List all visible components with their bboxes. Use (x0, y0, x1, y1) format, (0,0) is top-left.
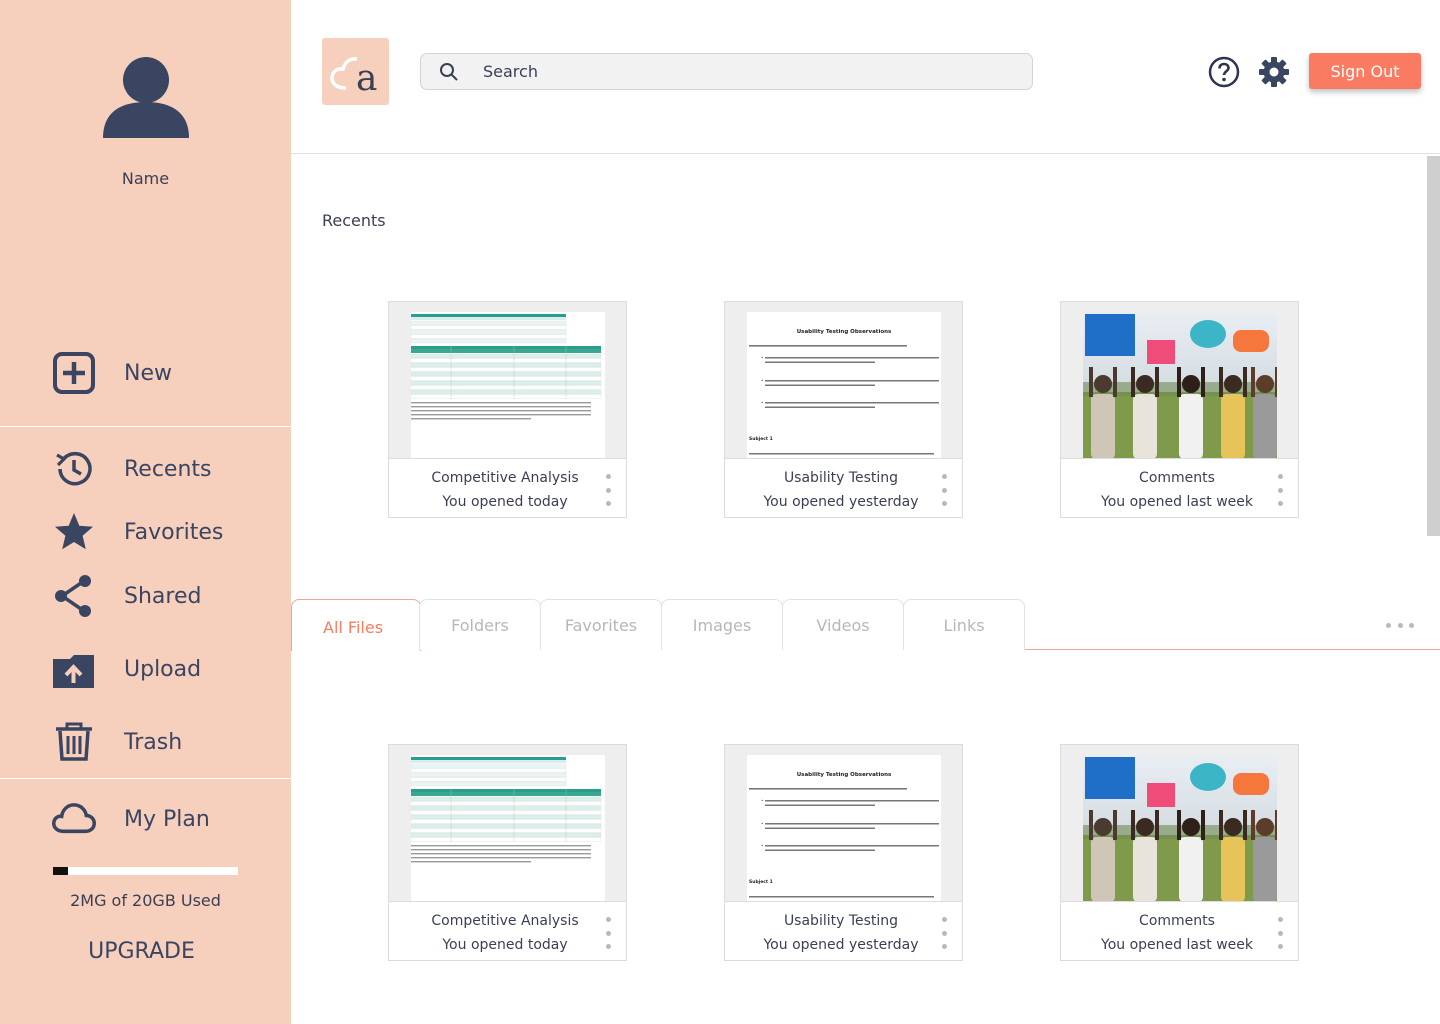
more-options-icon[interactable] (1275, 474, 1285, 506)
more-options-icon[interactable] (603, 917, 613, 949)
upgrade-button[interactable]: UPGRADE (0, 939, 283, 964)
file-opened-text: You opened yesterday (763, 937, 919, 953)
file-title: Comments (1139, 913, 1215, 929)
file-card[interactable]: Competitive Analysis You opened today (388, 744, 627, 961)
tab-images[interactable]: Images (661, 599, 783, 650)
sidebar-item-label: New (124, 360, 172, 386)
sidebar: Name New Recents Favorites Shared Upload (0, 0, 291, 1024)
history-icon (52, 447, 96, 491)
storage-progress-bar (53, 867, 238, 875)
share-icon (52, 574, 96, 618)
user-name: Name (121, 169, 170, 188)
sidebar-item-label: Favorites (124, 519, 224, 545)
tab-folders[interactable]: Folders (419, 599, 541, 650)
sign-out-button[interactable]: Sign Out (1309, 53, 1421, 89)
svg-text:•: • (761, 843, 763, 848)
tab-videos[interactable]: Videos (782, 599, 904, 650)
sidebar-divider (0, 778, 291, 779)
file-opened-text: You opened yesterday (763, 494, 919, 510)
file-title: Competitive Analysis (431, 913, 579, 929)
file-title: Usability Testing (783, 913, 899, 929)
document-preview: Usability Testing Observations • • • Subject… (749, 772, 939, 898)
storage-progress-fill (53, 867, 68, 875)
trash-icon (52, 720, 96, 764)
star-icon (52, 510, 96, 554)
header-divider (291, 153, 1440, 154)
sidebar-divider (0, 426, 291, 427)
recent-file-card[interactable]: Competitive Analysis You opened today (388, 301, 627, 518)
more-options-icon[interactable] (603, 474, 613, 506)
tab-links[interactable]: Links (903, 599, 1025, 650)
spreadsheet-preview (411, 314, 602, 420)
more-tabs-icon[interactable] (1386, 620, 1414, 630)
logo-letter: a (356, 58, 377, 99)
svg-text:•: • (761, 798, 763, 803)
tab-all-files[interactable]: All Files (291, 599, 421, 651)
photo-thumbnail (1061, 302, 1298, 459)
sidebar-item-trash[interactable]: Trash (52, 720, 182, 764)
document-heading: Usability Testing Observations (797, 329, 892, 335)
search-bar[interactable] (420, 53, 1033, 90)
spreadsheet-thumbnail (389, 302, 626, 459)
sidebar-item-label: Shared (124, 583, 202, 609)
help-icon[interactable] (1208, 56, 1240, 88)
gear-icon[interactable] (1258, 56, 1290, 88)
document-preview: Usability Testing Observations • • • Subject… (749, 329, 939, 455)
scrollbar[interactable] (1427, 156, 1440, 536)
file-card[interactable]: Usability Testing Observations • • • Subject… (724, 744, 963, 961)
storage-usage-text: 2MG of 20GB Used (70, 891, 221, 910)
people-photo-preview (1083, 312, 1277, 458)
sidebar-item-new[interactable]: New (52, 351, 172, 395)
file-card[interactable]: Comments You opened last week (1060, 744, 1299, 961)
more-options-icon[interactable] (939, 917, 949, 949)
sidebar-item-label: Recents (124, 456, 212, 482)
upload-folder-icon (52, 647, 96, 691)
document-thumbnail: Usability Testing Observations • • • Subject… (725, 745, 962, 902)
document-thumbnail: Usability Testing Observations • • • Subject… (725, 302, 962, 459)
user-avatar-icon[interactable] (101, 50, 191, 140)
plus-square-icon (52, 351, 96, 395)
spreadsheet-thumbnail (389, 745, 626, 902)
sidebar-item-label: My Plan (124, 806, 210, 832)
sidebar-item-favorites[interactable]: Favorites (52, 510, 223, 554)
file-opened-text: You opened today (442, 494, 568, 510)
people-photo-preview (1083, 755, 1277, 901)
file-title: Usability Testing (783, 470, 899, 486)
cloud-icon (52, 797, 96, 841)
recent-file-card[interactable]: Comments You opened last week (1060, 301, 1299, 518)
svg-text:•: • (761, 400, 763, 405)
svg-text:•: • (761, 355, 763, 360)
sidebar-item-shared[interactable]: Shared (52, 574, 201, 618)
document-subject: Subject 1 (749, 879, 773, 885)
file-title: Competitive Analysis (431, 470, 579, 486)
sidebar-item-my-plan[interactable]: My Plan (52, 797, 210, 841)
app-logo[interactable]: a (322, 38, 389, 105)
file-opened-text: You opened last week (1101, 937, 1253, 953)
sidebar-item-label: Trash (124, 729, 183, 755)
cloud-logo-icon: a (330, 57, 377, 99)
sidebar-item-upload[interactable]: Upload (52, 647, 201, 691)
search-input[interactable] (483, 62, 1003, 81)
more-options-icon[interactable] (939, 474, 949, 506)
file-opened-text: You opened today (442, 937, 568, 953)
tab-favorites[interactable]: Favorites (540, 599, 662, 650)
recent-file-card[interactable]: Usability Testing Observations • • • Subject… (724, 301, 963, 518)
file-title: Comments (1139, 470, 1215, 486)
sidebar-item-label: Upload (124, 656, 202, 682)
file-opened-text: You opened last week (1101, 494, 1253, 510)
spreadsheet-preview (411, 757, 602, 863)
more-options-icon[interactable] (1275, 917, 1285, 949)
svg-text:•: • (761, 378, 763, 383)
document-subject: Subject 1 (749, 436, 773, 442)
photo-thumbnail (1061, 745, 1298, 902)
svg-text:•: • (761, 821, 763, 826)
sidebar-item-recents[interactable]: Recents (52, 447, 212, 491)
recents-title: Recents (322, 211, 386, 230)
search-icon (421, 62, 477, 82)
document-heading: Usability Testing Observations (797, 772, 892, 778)
